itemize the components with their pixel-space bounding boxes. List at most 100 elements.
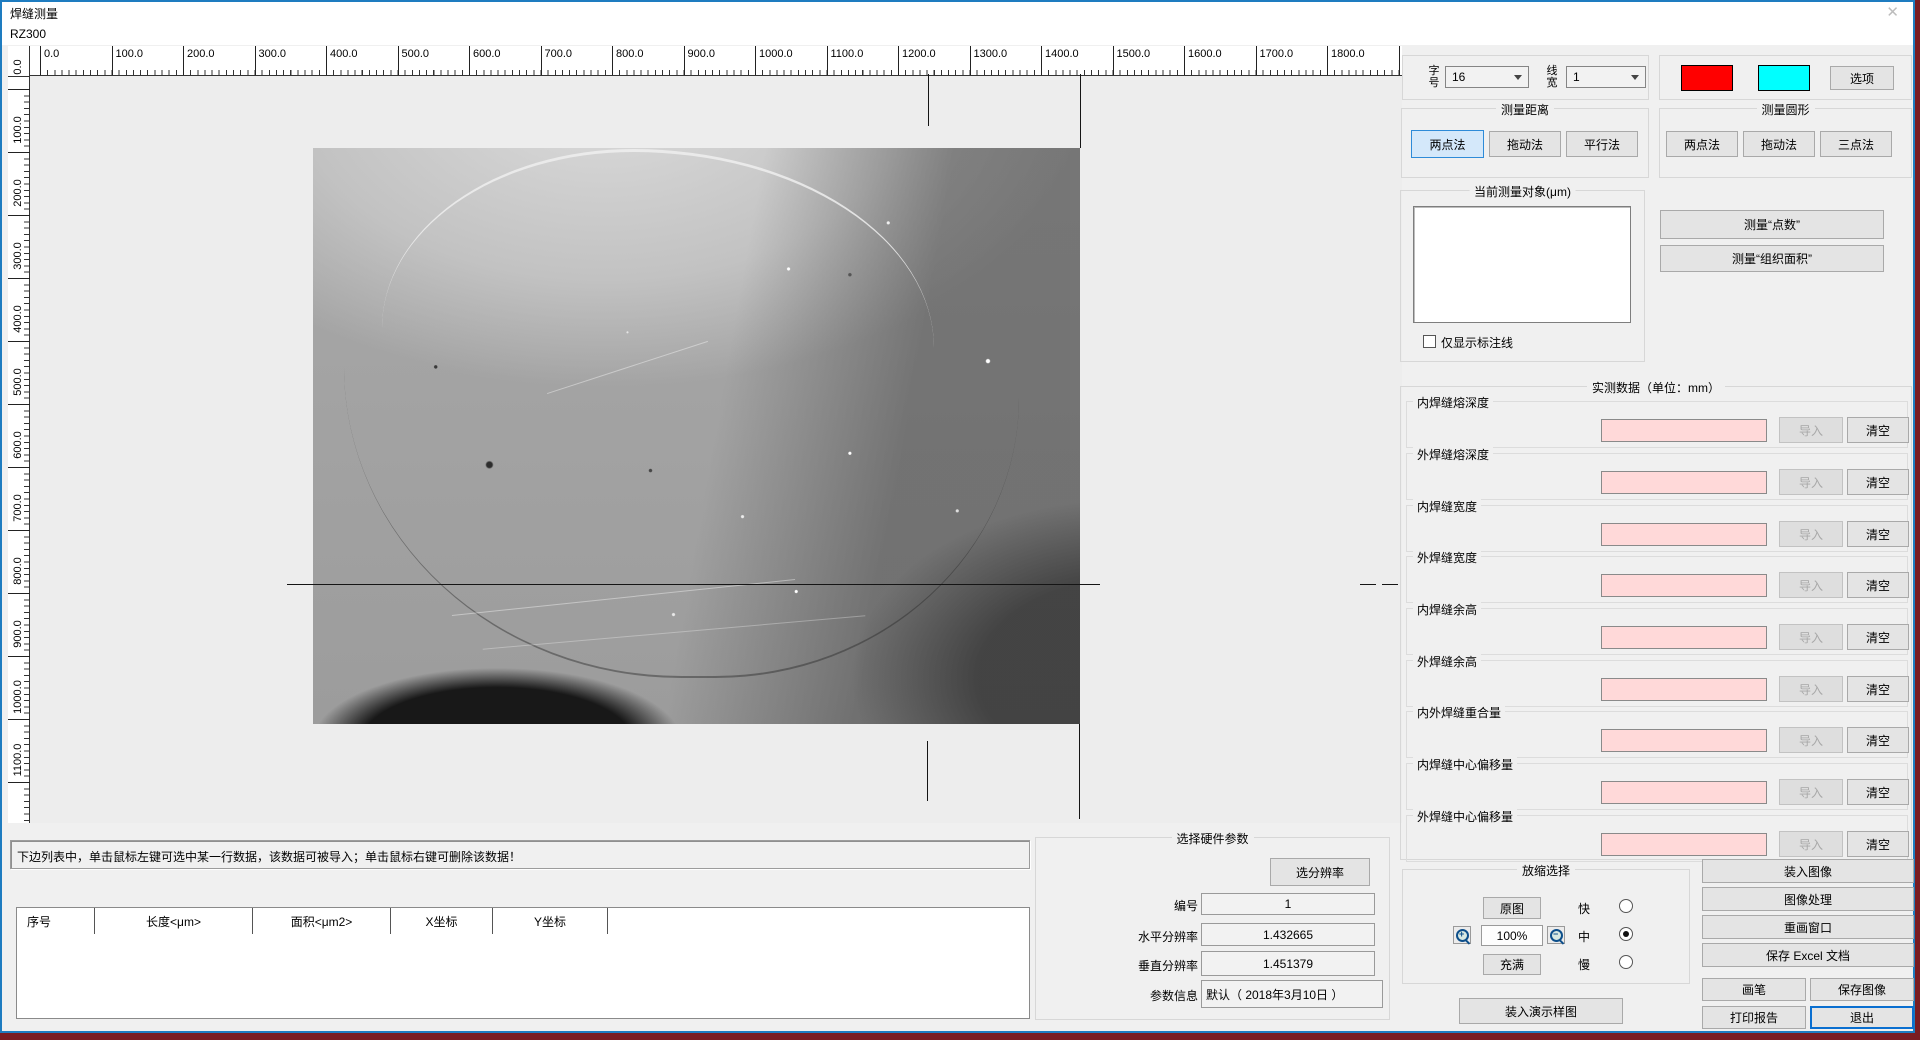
zoom-in-icon[interactable]: + <box>1453 926 1471 944</box>
circle-two-point-button[interactable]: 两点法 <box>1666 131 1738 157</box>
clear-button[interactable]: 清空 <box>1847 779 1909 805</box>
circle-drag-button[interactable]: 拖动法 <box>1743 131 1815 157</box>
load-demo-button[interactable]: 装入演示样图 <box>1459 998 1623 1024</box>
crosshair-vertical-segment-bottom <box>927 741 928 801</box>
only-labels-checkbox[interactable] <box>1423 335 1436 348</box>
measured-value-input[interactable] <box>1601 626 1767 649</box>
speed-slow-radio[interactable] <box>1619 955 1633 969</box>
weld-image[interactable] <box>313 148 1080 724</box>
font-size-select[interactable]: 16 <box>1445 66 1529 88</box>
clear-button[interactable]: 清空 <box>1847 727 1909 753</box>
clear-button[interactable]: 清空 <box>1847 624 1909 650</box>
measured-row-label: 内焊缝熔深度 <box>1413 394 1493 411</box>
ruler-major-tick <box>827 46 828 75</box>
field-label: 编号 <box>1038 897 1198 914</box>
zoom-group: 放缩选择 原图 + 100% − 充满 快 中 慢 <box>1402 869 1690 984</box>
measured-value-input[interactable] <box>1601 833 1767 856</box>
clear-button[interactable]: 清空 <box>1847 676 1909 702</box>
redraw-window-button[interactable]: 重画窗口 <box>1702 915 1914 939</box>
image-canvas[interactable]: 0.0100.0200.0300.0400.0500.0600.0700.080… <box>8 46 1402 823</box>
speed-fast-radio[interactable] <box>1619 899 1633 913</box>
clear-button[interactable]: 清空 <box>1847 572 1909 598</box>
ruler-major-tick <box>684 46 685 75</box>
save-excel-button[interactable]: 保存 Excel 文档 <box>1702 943 1914 967</box>
zoom-title: 放缩选择 <box>1517 862 1575 879</box>
import-button[interactable]: 导入 <box>1779 572 1843 598</box>
measured-value-input[interactable] <box>1601 678 1767 701</box>
ruler-label: 1700.0 <box>1260 48 1294 60</box>
clear-button[interactable]: 清空 <box>1847 831 1909 857</box>
import-button[interactable]: 导入 <box>1779 521 1843 547</box>
measured-value-input[interactable] <box>1601 574 1767 597</box>
clear-button[interactable]: 清空 <box>1847 521 1909 547</box>
import-button[interactable]: 导入 <box>1779 624 1843 650</box>
zoom-percent-box[interactable]: 100% <box>1481 925 1543 946</box>
ruler-major-tick <box>970 46 971 75</box>
select-resolution-button[interactable]: 选分辨率 <box>1270 858 1370 886</box>
print-report-button[interactable]: 打印报告 <box>1702 1006 1806 1029</box>
line-width-value: 1 <box>1573 70 1580 84</box>
hardware-params-title: 选择硬件参数 <box>1171 830 1253 847</box>
title-bar: 焊缝测量 ✕ <box>2 2 1913 23</box>
measured-value-input[interactable] <box>1601 781 1767 804</box>
ruler-label: 1400.0 <box>1045 48 1079 60</box>
ruler-major-tick <box>1113 46 1114 75</box>
current-object-group: 当前测量对象(μm) 仅显示标注线 <box>1400 190 1645 362</box>
ruler-label: 300.0 <box>259 48 287 60</box>
measured-value-input[interactable] <box>1601 523 1767 546</box>
measure-points-button[interactable]: 测量“点数” <box>1660 210 1884 239</box>
measure-circle-group: 测量圆形 两点法 拖动法 三点法 <box>1659 108 1912 178</box>
distance-two-point-button[interactable]: 两点法 <box>1411 130 1484 158</box>
speed-medium-radio[interactable] <box>1619 927 1633 941</box>
save-image-button[interactable]: 保存图像 <box>1810 978 1914 1001</box>
distance-drag-button[interactable]: 拖动法 <box>1489 131 1561 157</box>
import-button[interactable]: 导入 <box>1779 727 1843 753</box>
line-width-label: 线宽 <box>1545 65 1559 89</box>
pen-button[interactable]: 画笔 <box>1702 978 1806 1001</box>
measured-value-input[interactable] <box>1601 471 1767 494</box>
zoom-out-icon[interactable]: − <box>1547 926 1565 944</box>
measured-value-input[interactable] <box>1601 729 1767 752</box>
measured-row-label: 外焊缝熔深度 <box>1413 446 1493 463</box>
ruler-major-tick <box>40 46 41 75</box>
measure-distance-group: 测量距离 两点法 拖动法 平行法 <box>1401 108 1649 178</box>
measurement-list[interactable] <box>1413 206 1631 323</box>
circle-three-point-button[interactable]: 三点法 <box>1820 131 1892 157</box>
ruler-major-tick <box>255 46 256 75</box>
close-icon[interactable]: ✕ <box>1886 3 1899 21</box>
ruler-label: 400.0 <box>330 48 358 60</box>
load-image-button[interactable]: 装入图像 <box>1702 859 1914 883</box>
clear-button[interactable]: 清空 <box>1847 417 1909 443</box>
process-image-button[interactable]: 图像处理 <box>1702 887 1914 911</box>
measure-area-button[interactable]: 测量“组织面积” <box>1660 245 1884 272</box>
exit-button[interactable]: 退出 <box>1810 1006 1914 1029</box>
import-button[interactable]: 导入 <box>1779 417 1843 443</box>
clear-button[interactable]: 清空 <box>1847 469 1909 495</box>
line-width-select[interactable]: 1 <box>1566 66 1646 88</box>
hardware-params-group: 选择硬件参数 选分辨率 编号 1 水平分辨率 1.432665 垂直分辨率 1.… <box>1035 837 1390 1020</box>
fill-color-swatch[interactable] <box>1758 65 1810 91</box>
results-table[interactable]: 序号 长度<μm> 面积<μm2> X坐标 Y坐标 <box>16 907 1030 1019</box>
speed-medium-label: 中 <box>1578 928 1590 945</box>
import-button[interactable]: 导入 <box>1779 676 1843 702</box>
options-button[interactable]: 选项 <box>1830 66 1894 90</box>
import-button[interactable]: 导入 <box>1779 831 1843 857</box>
crosshair-dash <box>1382 584 1398 585</box>
import-button[interactable]: 导入 <box>1779 469 1843 495</box>
measured-value-input[interactable] <box>1601 419 1767 442</box>
zoom-original-button[interactable]: 原图 <box>1483 897 1541 919</box>
line-color-swatch[interactable] <box>1681 65 1733 91</box>
vertical-ruler: 0.0100.0200.0300.0400.0500.0600.0700.080… <box>8 46 30 823</box>
ruler-label: 1100.0 <box>8 740 28 780</box>
measured-row-label: 内焊缝宽度 <box>1413 498 1481 515</box>
import-button[interactable]: 导入 <box>1779 779 1843 805</box>
font-size-value: 16 <box>1452 70 1465 84</box>
ruler-label: 1000.0 <box>8 677 28 717</box>
ruler-minor-ticks <box>40 70 1402 75</box>
menu-item-rz300[interactable]: RZ300 <box>10 27 46 41</box>
distance-parallel-button[interactable]: 平行法 <box>1566 131 1638 157</box>
ruler-major-tick <box>612 46 613 75</box>
ruler-label: 1800.0 <box>1331 48 1365 60</box>
zoom-fill-button[interactable]: 充满 <box>1483 954 1541 975</box>
ruler-label: 600.0 <box>8 425 28 465</box>
